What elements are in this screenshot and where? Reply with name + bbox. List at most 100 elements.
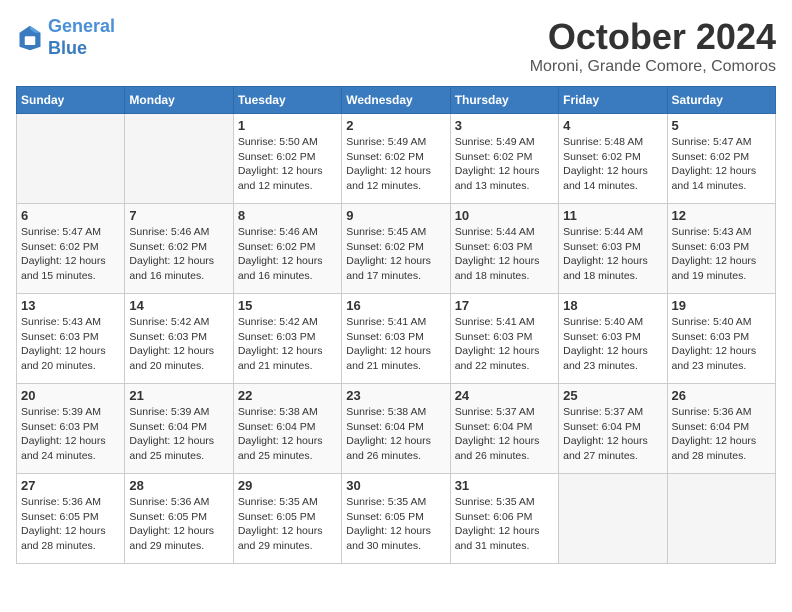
day-number: 15	[238, 298, 337, 313]
day-number: 28	[129, 478, 228, 493]
day-number: 17	[455, 298, 554, 313]
weekday-header-tuesday: Tuesday	[233, 87, 341, 114]
day-number: 18	[563, 298, 662, 313]
weekday-header-saturday: Saturday	[667, 87, 775, 114]
day-info: Sunrise: 5:38 AM Sunset: 6:04 PM Dayligh…	[238, 405, 337, 464]
day-info: Sunrise: 5:42 AM Sunset: 6:03 PM Dayligh…	[129, 315, 228, 374]
day-number: 5	[672, 118, 771, 133]
weekday-header-row: SundayMondayTuesdayWednesdayThursdayFrid…	[17, 87, 776, 114]
day-info: Sunrise: 5:40 AM Sunset: 6:03 PM Dayligh…	[563, 315, 662, 374]
day-info: Sunrise: 5:37 AM Sunset: 6:04 PM Dayligh…	[455, 405, 554, 464]
calendar-cell	[559, 474, 667, 564]
calendar-cell: 14 Sunrise: 5:42 AM Sunset: 6:03 PM Dayli…	[125, 294, 233, 384]
day-number: 27	[21, 478, 120, 493]
calendar-cell: 15 Sunrise: 5:42 AM Sunset: 6:03 PM Dayli…	[233, 294, 341, 384]
calendar-cell: 17 Sunrise: 5:41 AM Sunset: 6:03 PM Dayli…	[450, 294, 558, 384]
weekday-header-wednesday: Wednesday	[342, 87, 450, 114]
calendar-week-row: 27 Sunrise: 5:36 AM Sunset: 6:05 PM Dayli…	[17, 474, 776, 564]
day-info: Sunrise: 5:43 AM Sunset: 6:03 PM Dayligh…	[672, 225, 771, 284]
calendar-cell: 2 Sunrise: 5:49 AM Sunset: 6:02 PM Daylig…	[342, 114, 450, 204]
day-number: 19	[672, 298, 771, 313]
day-info: Sunrise: 5:47 AM Sunset: 6:02 PM Dayligh…	[672, 135, 771, 194]
calendar-cell	[17, 114, 125, 204]
calendar-week-row: 13 Sunrise: 5:43 AM Sunset: 6:03 PM Dayli…	[17, 294, 776, 384]
day-info: Sunrise: 5:39 AM Sunset: 6:04 PM Dayligh…	[129, 405, 228, 464]
calendar-cell: 29 Sunrise: 5:35 AM Sunset: 6:05 PM Dayli…	[233, 474, 341, 564]
logo-icon	[16, 24, 44, 52]
day-info: Sunrise: 5:40 AM Sunset: 6:03 PM Dayligh…	[672, 315, 771, 374]
day-number: 7	[129, 208, 228, 223]
day-number: 16	[346, 298, 445, 313]
logo-general: General	[48, 16, 115, 36]
day-info: Sunrise: 5:35 AM Sunset: 6:06 PM Dayligh…	[455, 495, 554, 554]
calendar-cell: 5 Sunrise: 5:47 AM Sunset: 6:02 PM Daylig…	[667, 114, 775, 204]
day-info: Sunrise: 5:36 AM Sunset: 6:04 PM Dayligh…	[672, 405, 771, 464]
calendar-cell: 1Sunrise: 5:50 AM Sunset: 6:02 PM Daylig…	[233, 114, 341, 204]
day-info: Sunrise: 5:36 AM Sunset: 6:05 PM Dayligh…	[129, 495, 228, 554]
calendar-cell: 23 Sunrise: 5:38 AM Sunset: 6:04 PM Dayli…	[342, 384, 450, 474]
day-number: 8	[238, 208, 337, 223]
day-number: 24	[455, 388, 554, 403]
calendar-cell: 12Sunrise: 5:43 AM Sunset: 6:03 PM Dayli…	[667, 204, 775, 294]
calendar-cell: 13 Sunrise: 5:43 AM Sunset: 6:03 PM Dayli…	[17, 294, 125, 384]
day-info: Sunrise: 5:35 AM Sunset: 6:05 PM Dayligh…	[346, 495, 445, 554]
day-info: Sunrise: 5:44 AM Sunset: 6:03 PM Dayligh…	[455, 225, 554, 284]
page-header: General Blue October 2024 Moroni, Grande…	[16, 16, 776, 76]
day-info: Sunrise: 5:49 AM Sunset: 6:02 PM Dayligh…	[346, 135, 445, 194]
weekday-header-monday: Monday	[125, 87, 233, 114]
day-number: 20	[21, 388, 120, 403]
day-info: Sunrise: 5:45 AM Sunset: 6:02 PM Dayligh…	[346, 225, 445, 284]
day-info: Sunrise: 5:41 AM Sunset: 6:03 PM Dayligh…	[455, 315, 554, 374]
calendar-cell: 19 Sunrise: 5:40 AM Sunset: 6:03 PM Dayli…	[667, 294, 775, 384]
day-info: Sunrise: 5:43 AM Sunset: 6:03 PM Dayligh…	[21, 315, 120, 374]
logo-blue: Blue	[48, 38, 87, 58]
logo: General Blue	[16, 16, 115, 59]
day-info: Sunrise: 5:46 AM Sunset: 6:02 PM Dayligh…	[238, 225, 337, 284]
day-info: Sunrise: 5:36 AM Sunset: 6:05 PM Dayligh…	[21, 495, 120, 554]
day-info: Sunrise: 5:35 AM Sunset: 6:05 PM Dayligh…	[238, 495, 337, 554]
calendar-cell: 22 Sunrise: 5:38 AM Sunset: 6:04 PM Dayli…	[233, 384, 341, 474]
day-number: 13	[21, 298, 120, 313]
calendar-cell: 3 Sunrise: 5:49 AM Sunset: 6:02 PM Daylig…	[450, 114, 558, 204]
day-number: 31	[455, 478, 554, 493]
calendar-cell: 18 Sunrise: 5:40 AM Sunset: 6:03 PM Dayli…	[559, 294, 667, 384]
calendar-cell: 21Sunrise: 5:39 AM Sunset: 6:04 PM Dayli…	[125, 384, 233, 474]
day-info: Sunrise: 5:38 AM Sunset: 6:04 PM Dayligh…	[346, 405, 445, 464]
calendar-cell: 8 Sunrise: 5:46 AM Sunset: 6:02 PM Daylig…	[233, 204, 341, 294]
day-number: 29	[238, 478, 337, 493]
weekday-header-friday: Friday	[559, 87, 667, 114]
calendar-cell: 10 Sunrise: 5:44 AM Sunset: 6:03 PM Dayli…	[450, 204, 558, 294]
day-number: 23	[346, 388, 445, 403]
day-info: Sunrise: 5:47 AM Sunset: 6:02 PM Dayligh…	[21, 225, 120, 284]
calendar-cell: 31 Sunrise: 5:35 AM Sunset: 6:06 PM Dayli…	[450, 474, 558, 564]
day-number: 14	[129, 298, 228, 313]
calendar-cell: 16 Sunrise: 5:41 AM Sunset: 6:03 PM Dayli…	[342, 294, 450, 384]
calendar-week-row: 20 Sunrise: 5:39 AM Sunset: 6:03 PM Dayli…	[17, 384, 776, 474]
calendar-cell: 6Sunrise: 5:47 AM Sunset: 6:02 PM Daylig…	[17, 204, 125, 294]
calendar-cell: 27 Sunrise: 5:36 AM Sunset: 6:05 PM Dayli…	[17, 474, 125, 564]
calendar-week-row: 6Sunrise: 5:47 AM Sunset: 6:02 PM Daylig…	[17, 204, 776, 294]
calendar-cell	[667, 474, 775, 564]
calendar-cell: 30Sunrise: 5:35 AM Sunset: 6:05 PM Dayli…	[342, 474, 450, 564]
day-number: 11	[563, 208, 662, 223]
day-info: Sunrise: 5:41 AM Sunset: 6:03 PM Dayligh…	[346, 315, 445, 374]
calendar-cell: 4Sunrise: 5:48 AM Sunset: 6:02 PM Daylig…	[559, 114, 667, 204]
calendar-cell: 20 Sunrise: 5:39 AM Sunset: 6:03 PM Dayli…	[17, 384, 125, 474]
weekday-header-thursday: Thursday	[450, 87, 558, 114]
calendar-cell: 11Sunrise: 5:44 AM Sunset: 6:03 PM Dayli…	[559, 204, 667, 294]
day-number: 22	[238, 388, 337, 403]
day-info: Sunrise: 5:49 AM Sunset: 6:02 PM Dayligh…	[455, 135, 554, 194]
day-number: 10	[455, 208, 554, 223]
day-info: Sunrise: 5:42 AM Sunset: 6:03 PM Dayligh…	[238, 315, 337, 374]
day-info: Sunrise: 5:46 AM Sunset: 6:02 PM Dayligh…	[129, 225, 228, 284]
month-title: October 2024	[530, 16, 776, 58]
day-number: 4	[563, 118, 662, 133]
day-number: 3	[455, 118, 554, 133]
calendar-week-row: 1Sunrise: 5:50 AM Sunset: 6:02 PM Daylig…	[17, 114, 776, 204]
calendar-cell: 7 Sunrise: 5:46 AM Sunset: 6:02 PM Daylig…	[125, 204, 233, 294]
day-number: 26	[672, 388, 771, 403]
day-info: Sunrise: 5:50 AM Sunset: 6:02 PM Dayligh…	[238, 135, 337, 194]
day-number: 2	[346, 118, 445, 133]
day-info: Sunrise: 5:39 AM Sunset: 6:03 PM Dayligh…	[21, 405, 120, 464]
calendar-cell: 28 Sunrise: 5:36 AM Sunset: 6:05 PM Dayli…	[125, 474, 233, 564]
